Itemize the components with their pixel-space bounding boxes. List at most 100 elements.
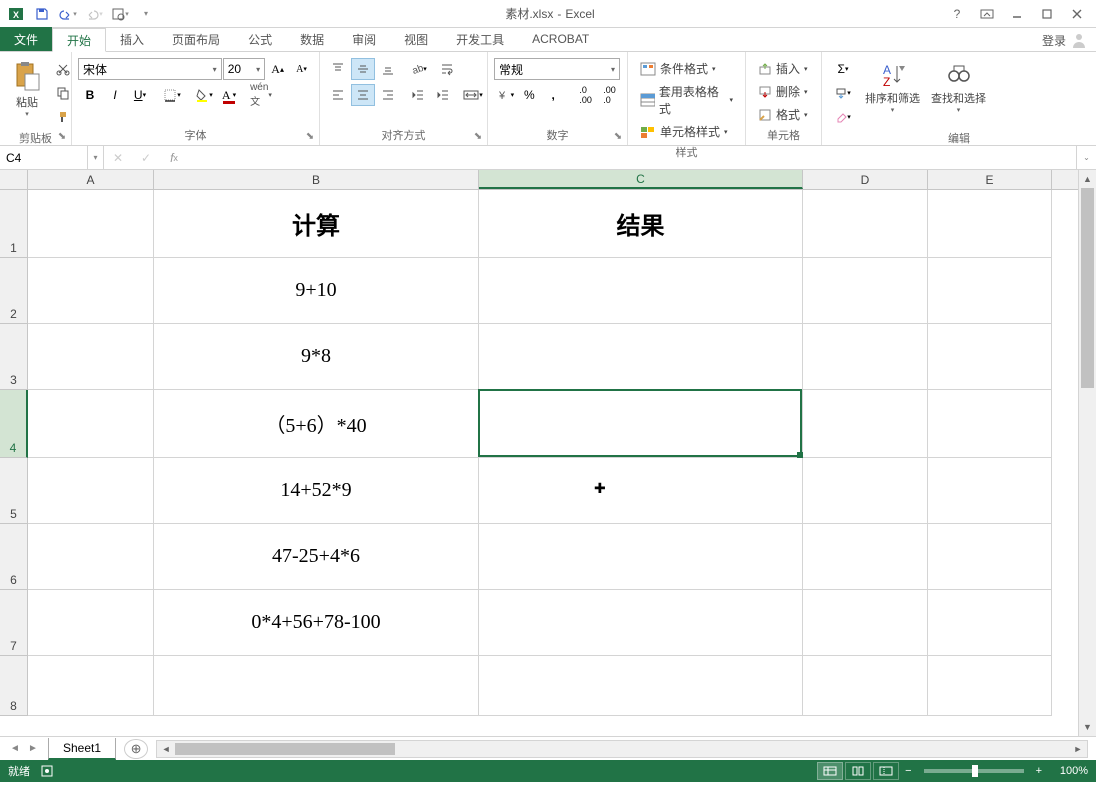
cell-E1[interactable] [928, 190, 1052, 258]
cell-B8[interactable] [154, 656, 479, 716]
tab-审阅[interactable]: 审阅 [338, 27, 390, 51]
name-box-dropdown[interactable]: ▾ [88, 146, 104, 169]
cell-C7[interactable] [479, 590, 803, 656]
cell-A2[interactable] [28, 258, 154, 324]
align-top-button[interactable] [326, 58, 350, 80]
cell-A3[interactable] [28, 324, 154, 390]
cell-B1[interactable]: 计算 [154, 190, 479, 258]
login-button[interactable]: 登录 [1034, 29, 1096, 51]
cell-C3[interactable] [479, 324, 803, 390]
col-header-C[interactable]: C [479, 170, 803, 189]
cell-styles-button[interactable]: 单元格样式▾ [634, 121, 739, 142]
zoom-slider[interactable] [924, 769, 1024, 773]
font-color-button[interactable]: A▾ [217, 84, 241, 106]
vscroll-thumb[interactable] [1081, 188, 1094, 388]
expand-formula-bar-button[interactable]: ⌄ [1076, 146, 1096, 169]
align-right-button[interactable] [376, 84, 400, 106]
row-header-8[interactable]: 8 [0, 656, 28, 716]
align-middle-button[interactable] [351, 58, 375, 80]
cell-C2[interactable] [479, 258, 803, 324]
clear-button[interactable]: ▾ [828, 106, 858, 128]
number-launcher[interactable]: ⬊ [611, 129, 625, 143]
orientation-button[interactable]: ab▾ [406, 58, 430, 80]
view-normal-button[interactable] [817, 762, 843, 780]
ribbon-options-button[interactable] [972, 2, 1002, 26]
print-preview-button[interactable]: ▾ [108, 3, 132, 25]
cell-C1[interactable]: 结果 [479, 190, 803, 258]
cell-D3[interactable] [803, 324, 928, 390]
tab-页面布局[interactable]: 页面布局 [158, 27, 234, 51]
help-button[interactable]: ? [942, 2, 972, 26]
border-button[interactable]: ▾ [160, 84, 184, 106]
col-header-D[interactable]: D [803, 170, 928, 189]
phonetic-button[interactable]: wén文▾ [249, 84, 273, 106]
cell-A7[interactable] [28, 590, 154, 656]
zoom-in-button[interactable]: + [1036, 765, 1042, 777]
cell-D8[interactable] [803, 656, 928, 716]
font-launcher[interactable]: ⬊ [303, 129, 317, 143]
conditional-format-button[interactable]: 条件格式▾ [634, 58, 739, 79]
sort-filter-button[interactable]: AZ 排序和筛选▾ [861, 58, 924, 116]
cell-D4[interactable] [803, 390, 928, 458]
name-box[interactable]: C4 [0, 146, 88, 169]
row-header-1[interactable]: 1 [0, 190, 28, 258]
save-button[interactable] [30, 3, 54, 25]
cell-B6[interactable]: 47-25+4*6 [154, 524, 479, 590]
row-header-6[interactable]: 6 [0, 524, 28, 590]
italic-button[interactable]: I [103, 84, 127, 106]
accounting-format-button[interactable]: ¥▾ [494, 84, 517, 106]
formula-input[interactable] [188, 146, 1076, 169]
underline-button[interactable]: U▾ [128, 84, 152, 106]
align-left-button[interactable] [326, 84, 350, 106]
row-header-2[interactable]: 2 [0, 258, 28, 324]
table-format-button[interactable]: 套用表格格式▾ [634, 81, 739, 119]
insert-function-button[interactable]: fx [160, 146, 188, 169]
decrease-decimal-button[interactable]: .00.0 [598, 84, 621, 106]
cell-A6[interactable] [28, 524, 154, 590]
align-bottom-button[interactable] [376, 58, 400, 80]
format-cells-button[interactable]: 格式▾ [752, 104, 814, 125]
cell-D6[interactable] [803, 524, 928, 590]
excel-icon[interactable]: X [4, 3, 28, 25]
cell-B4[interactable]: （5+6）*40 [154, 390, 479, 458]
tab-开始[interactable]: 开始 [52, 28, 106, 52]
shrink-font-button[interactable]: A▾ [290, 58, 313, 80]
cell-B5[interactable]: 14+52*9 [154, 458, 479, 524]
horizontal-scrollbar[interactable]: ◄ ► [156, 740, 1088, 758]
macro-record-icon[interactable] [40, 764, 54, 778]
zoom-out-button[interactable]: − [905, 765, 911, 777]
zoom-level[interactable]: 100% [1048, 765, 1088, 777]
tab-ACROBAT[interactable]: ACROBAT [518, 27, 603, 51]
grow-font-button[interactable]: A▴ [266, 58, 289, 80]
clipboard-launcher[interactable]: ⬊ [55, 129, 69, 143]
redo-button[interactable]: ▾ [82, 3, 106, 25]
align-center-button[interactable] [351, 84, 375, 106]
increase-decimal-button[interactable]: .0.00 [574, 84, 597, 106]
select-all-corner[interactable] [0, 170, 28, 189]
new-sheet-button[interactable]: ⊕ [124, 739, 148, 759]
percent-button[interactable]: % [518, 84, 541, 106]
cell-C6[interactable] [479, 524, 803, 590]
cell-B2[interactable]: 9+10 [154, 258, 479, 324]
close-button[interactable] [1062, 2, 1092, 26]
scroll-down-button[interactable]: ▼ [1079, 718, 1096, 736]
cell-E5[interactable] [928, 458, 1052, 524]
font-size-combo[interactable]: 20▾ [223, 58, 265, 80]
col-header-A[interactable]: A [28, 170, 154, 189]
row-header-7[interactable]: 7 [0, 590, 28, 656]
cell-E8[interactable] [928, 656, 1052, 716]
insert-cells-button[interactable]: 插入▾ [752, 58, 814, 79]
scroll-right-button[interactable]: ► [1069, 741, 1087, 757]
align-launcher[interactable]: ⬊ [471, 129, 485, 143]
row-header-3[interactable]: 3 [0, 324, 28, 390]
tab-插入[interactable]: 插入 [106, 27, 158, 51]
view-page-layout-button[interactable] [845, 762, 871, 780]
sheet-nav-next[interactable]: ► [24, 740, 42, 758]
hscroll-thumb[interactable] [175, 743, 395, 755]
scroll-up-button[interactable]: ▲ [1079, 170, 1096, 188]
cell-E4[interactable] [928, 390, 1052, 458]
cell-C8[interactable] [479, 656, 803, 716]
spreadsheet-grid[interactable]: ABCDE 12345678 计算9+109*8（5+6）*4014+52*94… [0, 170, 1096, 736]
tab-file[interactable]: 文件 [0, 27, 52, 51]
cell-E3[interactable] [928, 324, 1052, 390]
